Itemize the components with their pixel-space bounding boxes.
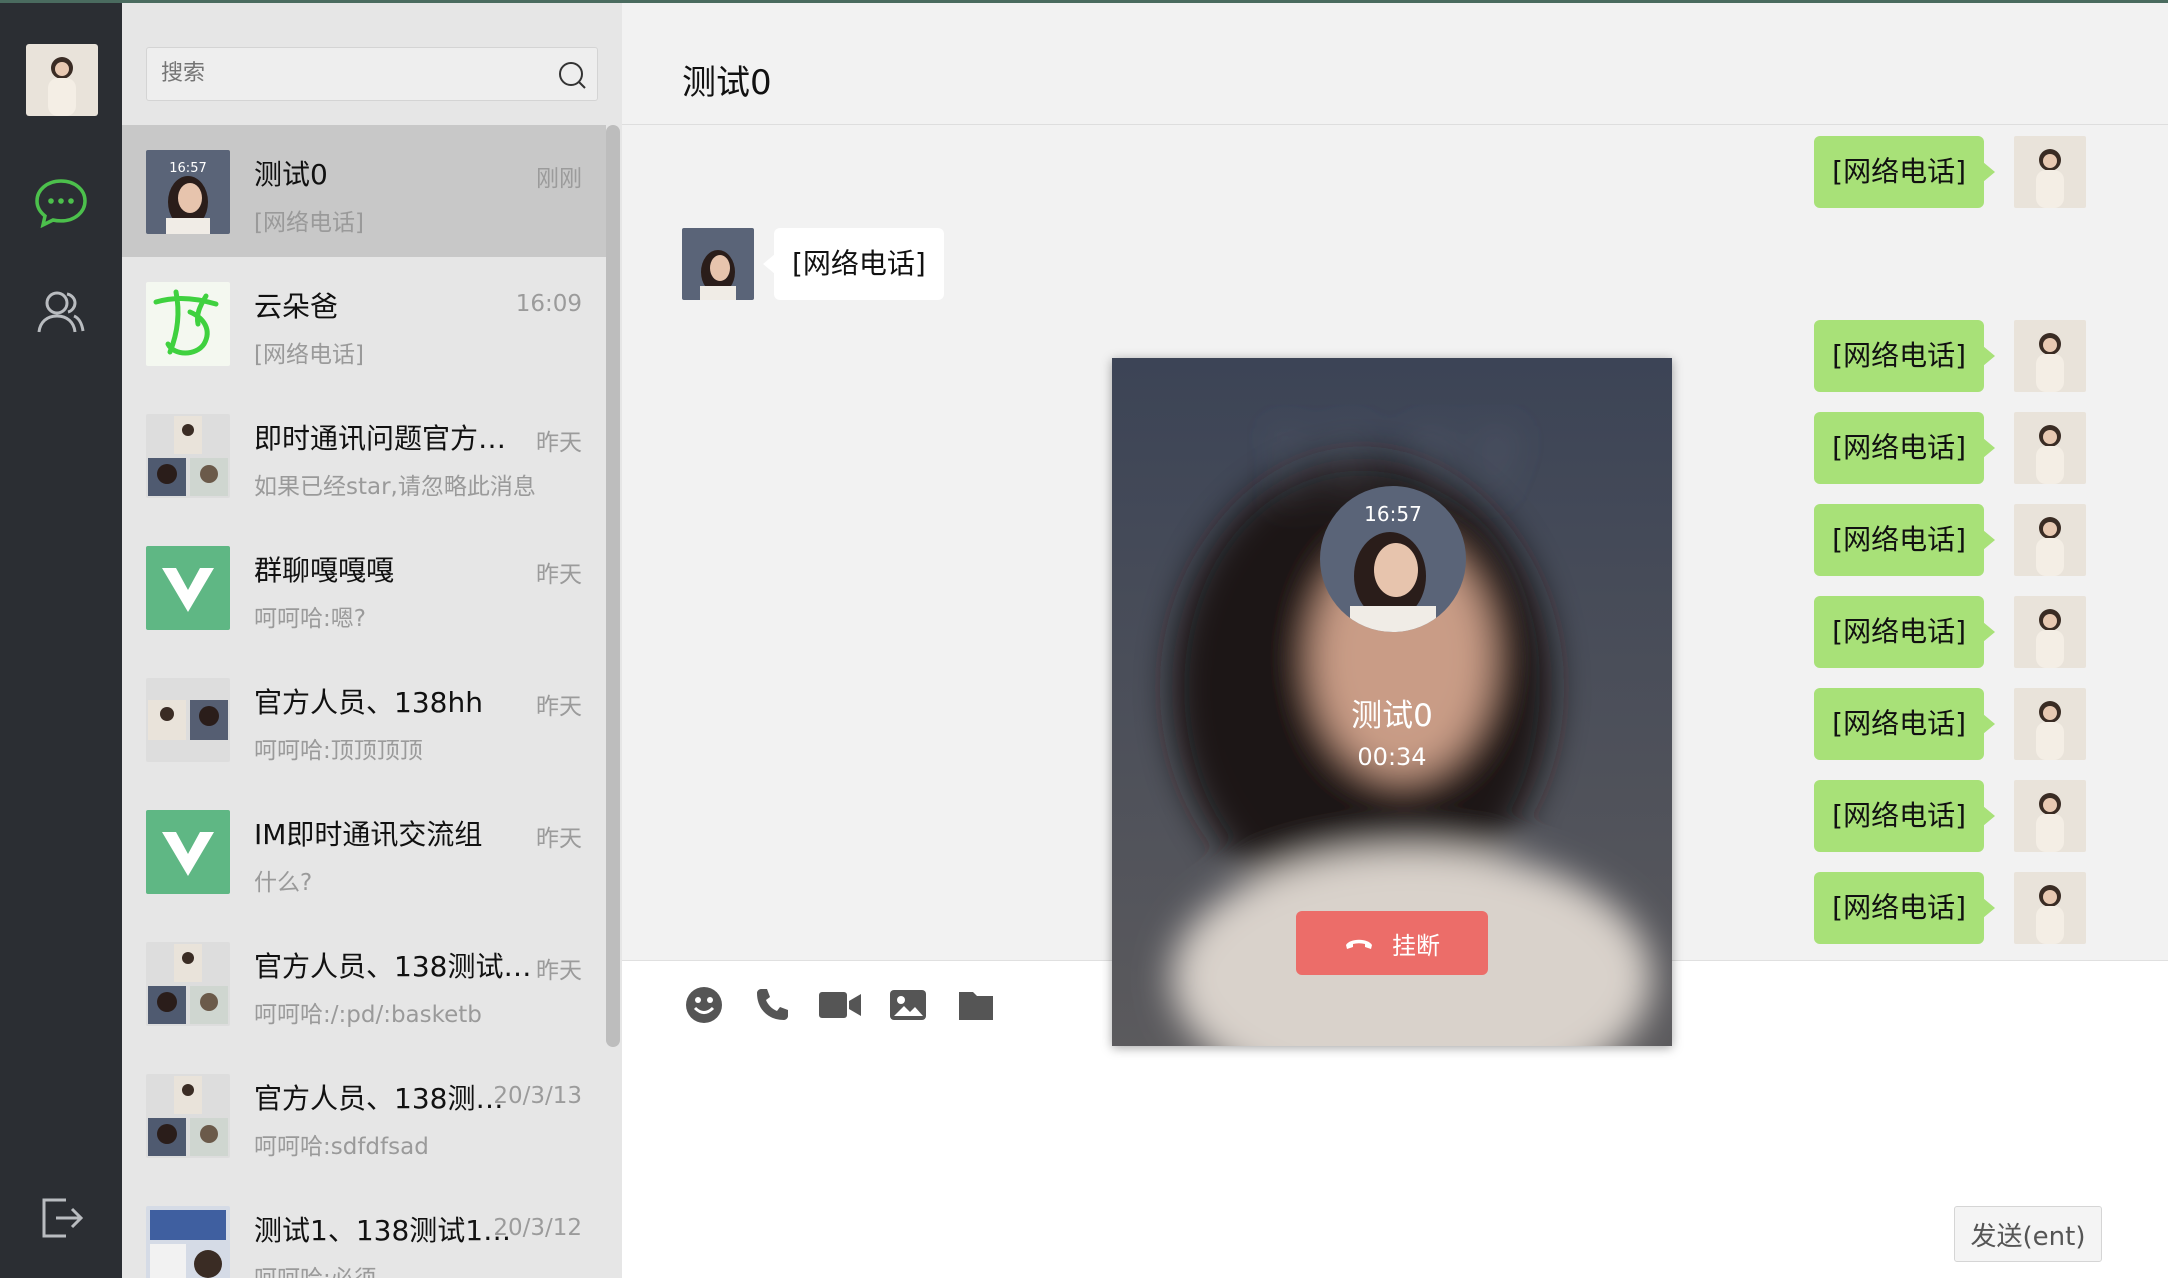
conversation-item[interactable]: 云朵爸 16:09 [网络电话] <box>122 257 606 389</box>
group-avatar <box>146 1074 230 1158</box>
search-input[interactable] <box>147 48 547 99</box>
avatar[interactable] <box>2014 504 2086 576</box>
conversation-name: 云朵爸 <box>254 290 339 323</box>
conversation-name: 群聊嘎嘎嘎 <box>254 554 395 587</box>
voice-call-dialog: 16:57 16:57 测试0 00:34 挂断 <box>1112 358 1672 1046</box>
contacts-icon[interactable] <box>32 283 90 341</box>
hangup-label: 挂断 <box>1392 931 1440 960</box>
group-avatar <box>146 1206 230 1278</box>
search-box[interactable] <box>146 47 598 101</box>
avatar[interactable] <box>2014 780 2086 852</box>
avatar[interactable] <box>2014 688 2086 760</box>
message-bubble-outgoing[interactable]: [网络电话] <box>1814 136 1995 208</box>
svg-text:16:57: 16:57 <box>169 161 206 176</box>
conversation-time: 昨天 <box>536 826 582 852</box>
search-icon[interactable] <box>557 60 587 90</box>
conversation-name: IM即时通讯交流组 <box>254 818 483 851</box>
message-bubble-outgoing[interactable]: [网络电话] <box>1814 688 1995 760</box>
conversation-item[interactable]: 官方人员、138测试… 昨天 呵呵哈:/:pd/:basketb <box>122 917 606 1049</box>
conversation-preview: 呵呵哈:/:pd/:basketb <box>254 1002 482 1028</box>
conversation-time: 20/3/12 <box>493 1215 582 1241</box>
avatar[interactable] <box>682 228 754 300</box>
conversation-item[interactable]: 官方人员、138测… 20/3/13 呵呵哈:sdfdfsad <box>122 1049 606 1181</box>
message-bubble-outgoing[interactable]: [网络电话] <box>1814 320 1995 392</box>
group-avatar <box>146 414 230 498</box>
conversation-preview: 什么? <box>254 870 313 896</box>
conversation-name: 官方人员、138测试… <box>254 950 532 983</box>
app-window: 16:57 测试0 刚刚 [网络电话] 云朵爸 16:09 [网络电话] 即时通… <box>0 0 2168 1278</box>
message-bubble-outgoing[interactable]: [网络电话] <box>1814 412 1995 484</box>
message-bubble-incoming[interactable]: [网络电话] <box>763 228 944 300</box>
caller-avatar: 16:57 <box>1320 486 1466 632</box>
conversation-preview: 呵呵哈:必须 <box>254 1259 574 1278</box>
conversation-item[interactable]: 即时通讯问题官方反馈群 昨天 如果已经star,请忽略此消息 <box>122 389 606 521</box>
conversation-time: 16:09 <box>515 291 582 317</box>
avatar[interactable] <box>2014 136 2086 208</box>
vue-logo-avatar <box>146 810 230 894</box>
avatar[interactable] <box>2014 412 2086 484</box>
chat-header: 测试0 <box>622 3 2168 125</box>
conversation-time: 昨天 <box>536 562 582 588</box>
group-avatar <box>146 678 230 762</box>
nav-rail <box>0 3 122 1278</box>
avatar[interactable] <box>2014 320 2086 392</box>
conversation-preview: 呵呵哈:嗯? <box>254 606 366 632</box>
avatar[interactable] <box>2014 872 2086 944</box>
send-button[interactable]: 发送(ent) <box>1954 1206 2102 1262</box>
conversation-preview: [网络电话] <box>254 210 364 236</box>
conversation-preview: 如果已经star,请忽略此消息 <box>254 474 536 500</box>
group-avatar <box>146 942 230 1026</box>
conversation-time: 昨天 <box>536 430 582 456</box>
message-bubble-outgoing[interactable]: [网络电话] <box>1814 596 1995 668</box>
message-bubble-outgoing[interactable]: [网络电话] <box>1814 872 1995 944</box>
conversation-name: 官方人员、138测… <box>254 1082 504 1115</box>
conversation-item[interactable]: 群聊嘎嘎嘎 昨天 呵呵哈:嗯? <box>122 521 606 653</box>
hangup-button[interactable]: 挂断 <box>1296 911 1488 975</box>
conversation-time: 昨天 <box>536 694 582 720</box>
svg-text:16:57: 16:57 <box>1364 502 1422 526</box>
avatar[interactable] <box>2014 596 2086 668</box>
conversation-name: 测试1、138测试1… <box>254 1214 512 1247</box>
chat-icon[interactable] <box>32 174 90 232</box>
conversation-preview: [网络电话] <box>254 342 364 368</box>
conversation-item[interactable]: IM即时通讯交流组 昨天 什么? <box>122 785 606 917</box>
avatar <box>146 282 230 366</box>
my-avatar[interactable] <box>26 44 98 116</box>
hangup-icon <box>1344 929 1374 957</box>
conversation-item[interactable]: 16:57 测试0 刚刚 [网络电话] <box>122 125 606 257</box>
message-bubble-outgoing[interactable]: [网络电话] <box>1814 780 1995 852</box>
conversation-preview: 呵呵哈:sdfdfsad <box>254 1134 429 1160</box>
phone-icon[interactable] <box>750 983 794 1027</box>
conversation-time: 20/3/13 <box>493 1083 582 1109</box>
conversation-item[interactable]: 官方人员、138hh 昨天 呵呵哈:顶顶顶顶 <box>122 653 606 785</box>
avatar: 16:57 <box>146 150 230 234</box>
message-bubble-outgoing[interactable]: [网络电话] <box>1814 504 1995 576</box>
logout-icon[interactable] <box>32 1189 90 1247</box>
chat-title: 测试0 <box>682 63 772 103</box>
call-duration: 00:34 <box>1357 743 1427 771</box>
video-call-icon[interactable] <box>818 983 862 1027</box>
conversation-name: 即时通讯问题官方反馈群 <box>254 422 534 455</box>
image-icon[interactable] <box>886 983 930 1027</box>
conversation-name: 测试0 <box>254 158 328 191</box>
emoji-icon[interactable] <box>682 983 726 1027</box>
conversation-preview: 呵呵哈:顶顶顶顶 <box>254 738 423 764</box>
conversation-list-scrollbar[interactable] <box>606 125 620 1047</box>
conversation-time: 刚刚 <box>536 166 582 192</box>
folder-icon[interactable] <box>954 983 998 1027</box>
conversation-item[interactable]: 测试1、138测试1… 20/3/12 呵呵哈:必须 <box>122 1181 606 1278</box>
caller-name: 测试0 <box>1351 698 1433 734</box>
vue-logo-avatar <box>146 546 230 630</box>
conversation-list: 16:57 测试0 刚刚 [网络电话] 云朵爸 16:09 [网络电话] 即时通… <box>122 3 622 1278</box>
conversation-name: 官方人员、138hh <box>254 686 483 719</box>
conversation-time: 昨天 <box>536 958 582 984</box>
